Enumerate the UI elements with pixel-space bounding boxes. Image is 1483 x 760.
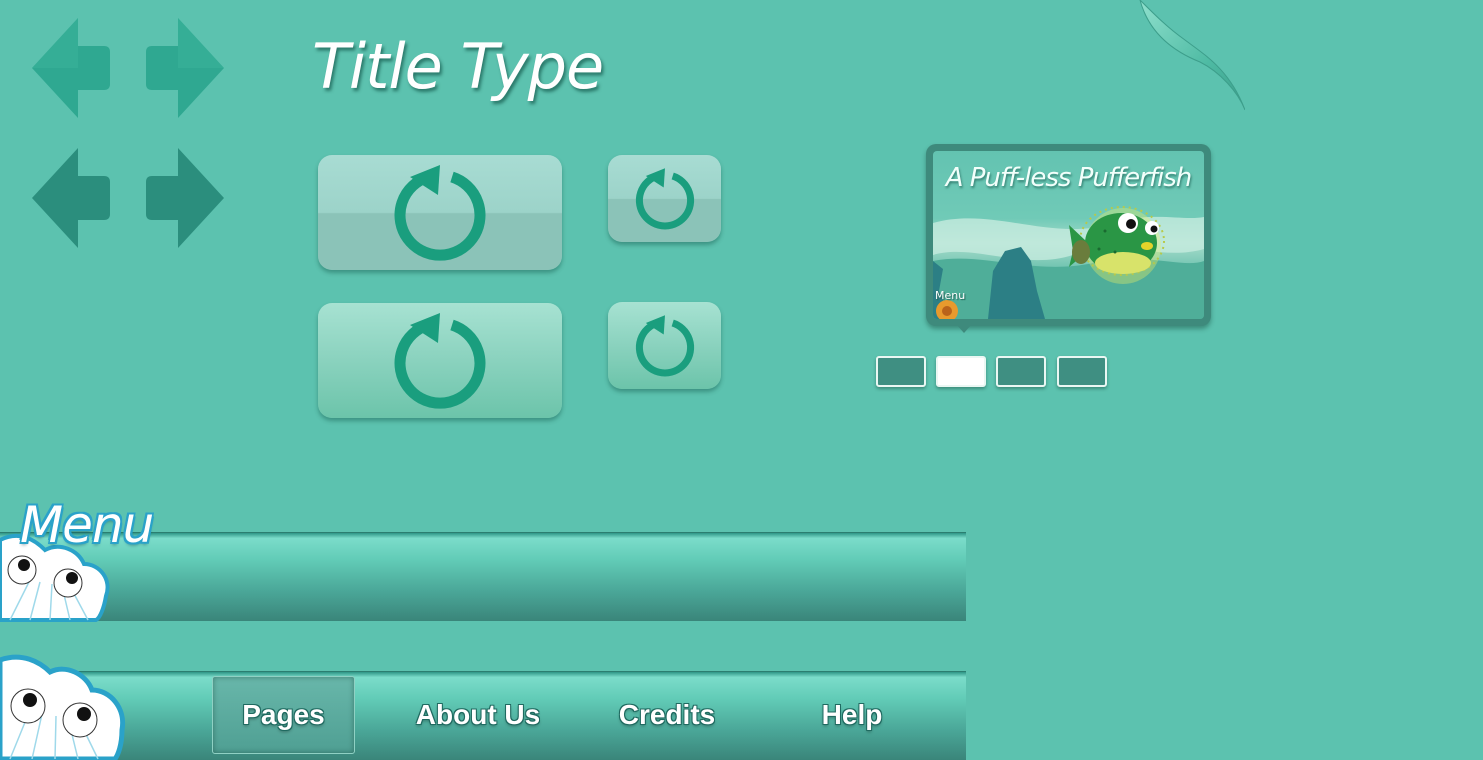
nav-item-credits[interactable]: Credits <box>597 676 737 754</box>
refresh-button-small-hover[interactable] <box>608 302 721 389</box>
arrow-left-icon[interactable] <box>32 18 118 118</box>
menu-title: Menu <box>20 496 154 554</box>
book-cover: A Puff-less Pufferfish Menu <box>933 151 1204 319</box>
arrow-right-icon[interactable] <box>138 18 224 118</box>
book-title: A Puff-less Pufferfish <box>945 163 1193 193</box>
page-dot-4[interactable] <box>1057 356 1107 387</box>
book-menu-label: Menu <box>935 289 966 302</box>
refresh-button-large-hover[interactable] <box>318 303 562 418</box>
page-dot-3[interactable] <box>996 356 1046 387</box>
arrow-left-dark-icon[interactable] <box>32 148 118 248</box>
refresh-button-large[interactable] <box>318 155 562 270</box>
refresh-button-small[interactable] <box>608 155 721 242</box>
nav-item-about-us[interactable]: About Us <box>398 676 558 754</box>
refresh-icon <box>394 164 486 261</box>
refresh-icon <box>635 314 694 376</box>
page-dot-2-active[interactable] <box>936 356 986 387</box>
nav-item-pages[interactable]: Pages <box>212 676 355 754</box>
arrow-right-dark-icon[interactable] <box>138 148 224 248</box>
book-pointer <box>956 324 972 333</box>
refresh-icon <box>635 167 694 229</box>
nav-item-help[interactable]: Help <box>790 676 914 754</box>
page-dot-1[interactable] <box>876 356 926 387</box>
shell-icon[interactable] <box>0 650 130 760</box>
refresh-icon <box>394 312 486 409</box>
page-curl-icon <box>1139 0 1245 135</box>
book-preview[interactable]: A Puff-less Pufferfish Menu <box>926 144 1211 326</box>
page-title: Title Type <box>312 30 604 103</box>
